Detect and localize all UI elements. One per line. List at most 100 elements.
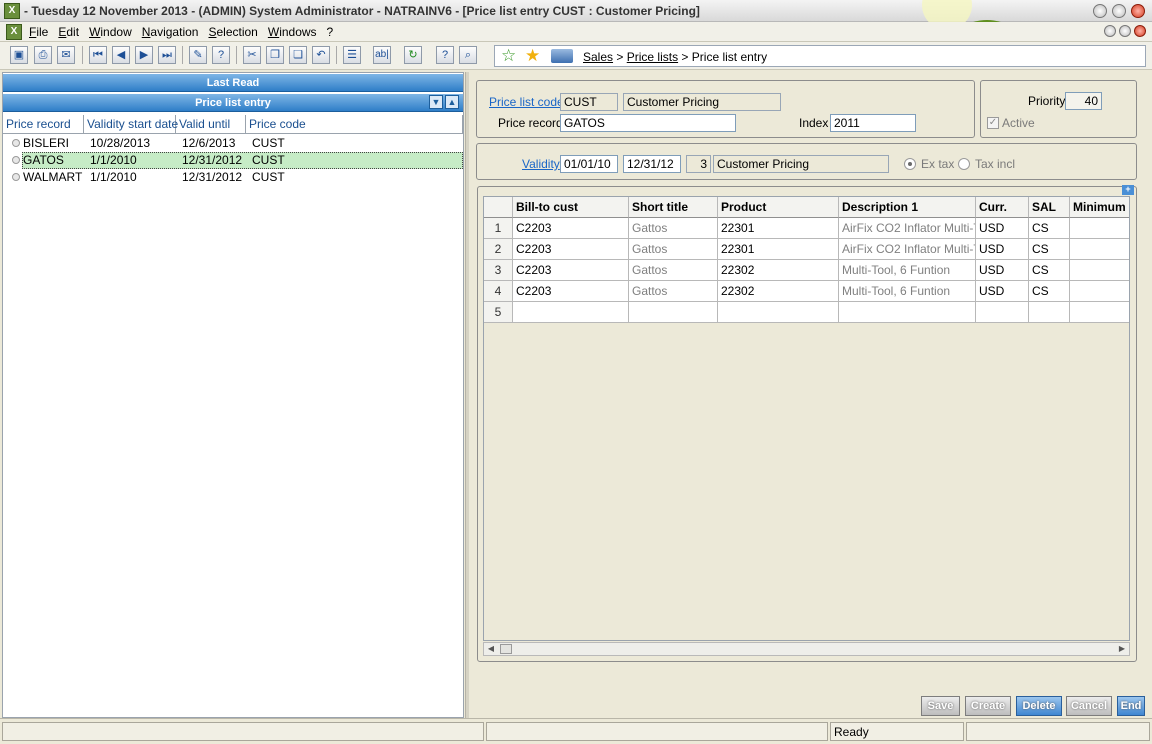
child-minimize-icon[interactable] [1104, 25, 1116, 37]
export-icon[interactable]: ✉ [57, 46, 75, 64]
menu-file[interactable]: File [29, 25, 48, 39]
col-valid-until[interactable]: Valid until [176, 115, 246, 133]
active-label: Active [1002, 116, 1035, 130]
first-record-icon[interactable]: ⏮ [89, 46, 107, 64]
minimize-icon[interactable] [1093, 4, 1107, 18]
question-icon[interactable]: ? [436, 46, 454, 64]
app-logo-icon: X [4, 3, 20, 19]
previous-record-icon[interactable]: ◀ [112, 46, 130, 64]
price-list-code-link[interactable]: Price list code [489, 95, 564, 109]
menu-window[interactable]: Window [89, 25, 132, 39]
last-read-bar[interactable]: Last Read [3, 74, 463, 92]
add-favorite-icon[interactable]: ☆ [501, 47, 516, 65]
breadcrumb-current: Price list entry [691, 50, 768, 64]
menu-logo-icon[interactable]: X [6, 24, 22, 40]
menu-selection[interactable]: Selection [208, 25, 257, 39]
detail-panel: Price list code CUST Customer Pricing Pr… [469, 72, 1150, 718]
price-lines-group: + Bill-to cust Short title Product Descr… [477, 185, 1137, 662]
scroll-left-icon[interactable]: ◀ [484, 643, 498, 655]
validity-link[interactable]: Validity [522, 157, 560, 171]
validity-desc-field: Customer Pricing [713, 155, 889, 173]
cut-icon[interactable]: ✂ [243, 46, 261, 64]
cancel-button[interactable]: Cancel [1066, 696, 1112, 716]
collapse-up-icon[interactable]: ▲ [445, 95, 459, 109]
priority-label: Priority [1028, 94, 1066, 108]
search-icon[interactable]: ⌕ [459, 46, 477, 64]
left-table-rows: BISLERI 10/28/2013 12/6/2013 CUST GATOS … [3, 135, 463, 186]
table-row[interactable]: 3 C2203 Gattos 22302 Multi-Tool, 6 Funti… [484, 260, 1129, 281]
close-icon[interactable] [1131, 4, 1145, 18]
price-record-field[interactable]: GATOS [560, 114, 736, 132]
paste-icon[interactable]: ❏ [289, 46, 307, 64]
col-minimum-qty[interactable]: Minimum q [1070, 197, 1129, 218]
table-row[interactable]: 4 C2203 Gattos 22302 Multi-Tool, 6 Funti… [484, 281, 1129, 302]
col-short-title[interactable]: Short title [629, 197, 718, 218]
horizontal-scrollbar[interactable]: ◀ ▶ [483, 642, 1130, 656]
header-group: Price list code CUST Customer Pricing Pr… [476, 80, 975, 138]
create-button[interactable]: Create [965, 696, 1011, 716]
save-icon[interactable]: ▣ [10, 46, 28, 64]
row-dot-icon [12, 173, 20, 181]
breadcrumb-price-lists[interactable]: Price lists [627, 50, 678, 64]
col-description[interactable]: Description 1 [839, 197, 976, 218]
restore-icon[interactable]: ↶ [312, 46, 330, 64]
price-list-code-field[interactable]: CUST [560, 93, 618, 111]
save-button[interactable]: Save [921, 696, 960, 716]
col-product[interactable]: Product [718, 197, 839, 218]
scroll-thumb[interactable] [500, 644, 512, 654]
collapse-down-icon[interactable]: ▼ [429, 95, 443, 109]
text-field-icon[interactable]: ab| [373, 46, 391, 64]
favorites-icon[interactable]: ★ [525, 47, 540, 65]
left-panel: Last Read Price list entry ▼ ▲ Price rec… [2, 72, 464, 718]
favorites-bar: ☆ ★ Sales > Price lists > Price list ent… [494, 45, 1146, 67]
signpost-icon[interactable] [551, 49, 573, 63]
list-item[interactable]: BISLERI 10/28/2013 12/6/2013 CUST [3, 135, 463, 152]
left-table-header: Price record Validity start date Valid u… [3, 115, 463, 134]
col-sal[interactable]: SAL [1029, 197, 1070, 218]
add-line-icon[interactable]: + [1122, 185, 1134, 195]
list-item[interactable]: GATOS 1/1/2010 12/31/2012 CUST [3, 152, 463, 169]
ex-tax-label: Ex tax [921, 157, 955, 171]
breadcrumb-sales[interactable]: Sales [583, 50, 613, 64]
end-button[interactable]: End [1117, 696, 1145, 716]
help-icon[interactable]: ? [212, 46, 230, 64]
attach-icon[interactable]: ✎ [189, 46, 207, 64]
menu-windows[interactable]: Windows [268, 25, 317, 39]
validity-group: Validity 01/01/10 12/31/12 3 Customer Pr… [476, 143, 1137, 180]
list-icon[interactable]: ☰ [343, 46, 361, 64]
menu-navigation[interactable]: Navigation [142, 25, 199, 39]
menu-edit[interactable]: Edit [58, 25, 79, 39]
maximize-icon[interactable] [1112, 4, 1126, 18]
copy-icon[interactable]: ❐ [266, 46, 284, 64]
col-validity-start[interactable]: Validity start date [84, 115, 178, 133]
menu-help[interactable]: ? [327, 25, 334, 39]
print-icon[interactable]: ⎙ [34, 46, 52, 64]
validity-start-field[interactable]: 01/01/10 [560, 155, 618, 173]
index-field[interactable]: 2011 [830, 114, 916, 132]
tax-incl-radio[interactable] [958, 158, 970, 170]
col-price-record[interactable]: Price record [3, 115, 84, 133]
price-list-entry-bar[interactable]: Price list entry ▼ ▲ [3, 94, 463, 112]
table-row[interactable]: 1 C2203 Gattos 22301 AirFix CO2 Inflator… [484, 218, 1129, 239]
price-lines-grid: Bill-to cust Short title Product Descrip… [483, 196, 1130, 641]
last-record-icon[interactable]: ⏭ [158, 46, 176, 64]
scroll-right-icon[interactable]: ▶ [1115, 643, 1129, 655]
next-record-icon[interactable]: ▶ [135, 46, 153, 64]
validity-end-field[interactable]: 12/31/12 [623, 155, 681, 173]
col-price-code[interactable]: Price code [246, 115, 463, 133]
priority-field[interactable]: 40 [1065, 92, 1102, 110]
child-close-icon[interactable] [1134, 25, 1146, 37]
child-restore-icon[interactable] [1119, 25, 1131, 37]
refresh-icon[interactable]: ↻ [404, 46, 422, 64]
col-currency[interactable]: Curr. [976, 197, 1029, 218]
delete-button[interactable]: Delete [1016, 696, 1062, 716]
col-bill-to-cust[interactable]: Bill-to cust [513, 197, 629, 218]
window-title: - Tuesday 12 November 2013 - (ADMIN) Sys… [24, 4, 700, 18]
toolbar: ▣ ⎙ ✉ ⏮ ◀ ▶ ⏭ ✎ ? ✂ ❐ ❏ ↶ ☰ ab| ↻ ? ⌕ ☆ … [0, 42, 1152, 70]
active-checkbox[interactable]: ✓ [987, 117, 999, 129]
ex-tax-radio[interactable] [904, 158, 916, 170]
list-item[interactable]: WALMART 1/1/2010 12/31/2012 CUST [3, 169, 463, 186]
price-record-label: Price record [498, 116, 563, 130]
table-row[interactable]: 5 [484, 302, 1129, 323]
table-row[interactable]: 2 C2203 Gattos 22301 AirFix CO2 Inflator… [484, 239, 1129, 260]
